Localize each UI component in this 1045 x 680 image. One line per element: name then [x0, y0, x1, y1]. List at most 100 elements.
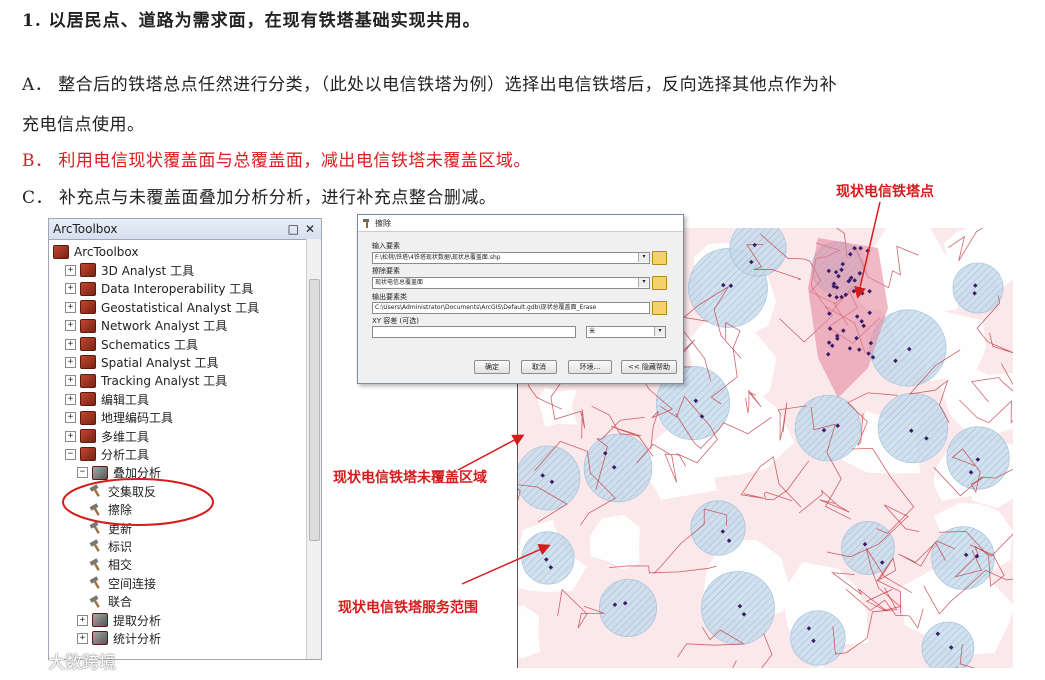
- erase-features-field[interactable]: 现状电信总覆盖面 ▾: [372, 277, 650, 289]
- expand-icon[interactable]: +: [65, 375, 76, 387]
- toolbox-icon: [80, 373, 96, 388]
- annotation-uncovered-area: 现状电信铁塔未覆盖区域: [333, 470, 487, 486]
- environments-button[interactable]: 环境...: [568, 360, 612, 374]
- admin-boundary: [764, 460, 810, 502]
- tree-item-label: 提取分析: [113, 613, 162, 628]
- expand-icon[interactable]: +: [65, 393, 76, 405]
- tree-item[interactable]: − 分析工具: [65, 445, 149, 463]
- expand-icon[interactable]: +: [65, 338, 76, 350]
- toolbox-icon: [80, 300, 96, 315]
- tree-item-label: Geostatistical Analyst 工具: [101, 300, 260, 315]
- tree-item[interactable]: 空间连接: [89, 574, 156, 592]
- tree-item[interactable]: 交集取反: [89, 482, 156, 500]
- tree-item[interactable]: + 统计分析: [77, 629, 161, 647]
- scrollbar-thumb[interactable]: [309, 279, 320, 541]
- chevron-down-icon[interactable]: ▾: [638, 278, 649, 287]
- annotation-tower-points: 现状电信铁塔点: [836, 184, 934, 200]
- hide-help-button[interactable]: << 隐藏帮助: [621, 360, 677, 374]
- tree-item[interactable]: + Tracking Analyst 工具: [65, 372, 227, 390]
- tree-item[interactable]: + Data Interoperability 工具: [65, 280, 253, 298]
- expand-icon[interactable]: +: [65, 412, 76, 424]
- hammer-icon: [89, 594, 100, 608]
- collapse-icon[interactable]: −: [65, 448, 76, 460]
- service-buffer: [952, 262, 1004, 314]
- expand-icon[interactable]: +: [77, 614, 88, 626]
- tree-item-label: 多维工具: [101, 429, 150, 444]
- folder-icon[interactable]: [652, 301, 667, 315]
- toolset-icon: [92, 631, 108, 646]
- tree-item[interactable]: + Schematics 工具: [65, 335, 198, 353]
- tree-item[interactable]: 联合: [89, 593, 132, 611]
- hammer-icon: [89, 576, 100, 590]
- tree-item[interactable]: + Geostatistical Analyst 工具: [65, 298, 259, 316]
- expand-icon[interactable]: +: [65, 301, 76, 313]
- service-buffer: [521, 531, 575, 585]
- paragraph-b: B． 利用电信现状覆盖面与总覆盖面，减出电信铁塔未覆盖区域。: [22, 151, 531, 171]
- folder-icon[interactable]: [652, 251, 667, 265]
- chevron-down-icon[interactable]: ▾: [654, 327, 665, 336]
- dialog-titlebar: 擦除: [358, 215, 683, 232]
- tree-item[interactable]: − 叠加分析: [77, 464, 161, 482]
- hammer-icon: [363, 219, 369, 228]
- service-buffer: [841, 521, 895, 575]
- annotation-service-range: 现状电信铁塔服务范围: [338, 600, 478, 616]
- tree-item-label: ArcToolbox: [74, 245, 139, 259]
- output-feature-class-label: 输出要素类: [372, 293, 407, 301]
- unit-select[interactable]: 米 ▾: [586, 326, 666, 338]
- service-buffer: [583, 433, 653, 503]
- dialog-title: 擦除: [375, 218, 391, 228]
- xy-tolerance-field[interactable]: [372, 326, 576, 338]
- collapse-icon[interactable]: −: [77, 467, 88, 479]
- expand-icon[interactable]: +: [65, 264, 76, 276]
- expand-icon[interactable]: +: [77, 632, 88, 644]
- service-buffer: [598, 578, 658, 638]
- output-feature-class-field[interactable]: C:\Users\Administrator\Documents\ArcGIS\…: [372, 302, 650, 314]
- erase-features-value: 现状电信总覆盖面: [375, 279, 424, 286]
- hammer-icon: [89, 539, 100, 553]
- expand-icon[interactable]: +: [65, 283, 76, 295]
- ok-button[interactable]: 确定: [474, 360, 510, 374]
- admin-boundary: [798, 489, 850, 514]
- expand-icon[interactable]: +: [65, 430, 76, 442]
- tree-item[interactable]: +3D Analyst 工具: [65, 261, 194, 279]
- chevron-down-icon[interactable]: ▾: [638, 253, 649, 262]
- service-buffer: [701, 571, 775, 645]
- cancel-button[interactable]: 取消: [521, 360, 557, 374]
- vertical-scrollbar[interactable]: [306, 239, 321, 659]
- input-features-field[interactable]: F:\松桃\铁塔\4铁塔现状数据\现状总覆盖面.shp ▾: [372, 252, 650, 264]
- erase-features-label: 擦除要素: [372, 267, 400, 275]
- paragraph-a: A． 整合后的铁塔总点任然进行分类，（此处以电信铁塔为例）选择出电信铁塔后，反向…: [22, 75, 838, 95]
- uncovered-area: [518, 605, 541, 659]
- toolbox-icon: [80, 318, 96, 333]
- service-buffer: [921, 621, 975, 668]
- tree-item[interactable]: 更新: [89, 519, 132, 537]
- tree-item[interactable]: + Network Analyst 工具: [65, 317, 227, 335]
- service-buffer: [794, 394, 862, 462]
- tree-item[interactable]: + 编辑工具: [65, 390, 149, 408]
- tree-item[interactable]: 标识: [89, 537, 132, 555]
- expand-icon[interactable]: +: [65, 320, 76, 332]
- tree-item[interactable]: 擦除: [89, 501, 132, 519]
- folder-icon[interactable]: [652, 276, 667, 290]
- close-button[interactable]: ✕: [305, 222, 315, 236]
- admin-boundary: [557, 588, 605, 629]
- toolbox-icon: [80, 392, 96, 407]
- service-buffer: [877, 392, 949, 464]
- urban-area: [808, 238, 888, 398]
- tree-item[interactable]: + 地理编码工具: [65, 409, 173, 427]
- pin-button[interactable]: □: [288, 222, 299, 236]
- tree-item-label: 编辑工具: [101, 392, 150, 407]
- tree-item[interactable]: + Spatial Analyst 工具: [65, 353, 219, 371]
- expand-icon[interactable]: +: [65, 356, 76, 368]
- service-buffer: [931, 526, 995, 590]
- tree-item[interactable]: ArcToolbox: [53, 243, 138, 261]
- toolbox-icon: [80, 410, 96, 425]
- toolbox-icon: [80, 263, 96, 278]
- tree-item-label: 更新: [108, 521, 133, 536]
- tree-item[interactable]: 相交: [89, 556, 132, 574]
- tree-item[interactable]: + 提取分析: [77, 611, 161, 629]
- uncovered-area: [589, 514, 640, 570]
- tree-item[interactable]: + 多维工具: [65, 427, 149, 445]
- hammer-icon: [89, 558, 100, 571]
- output-feature-class-value: C:\Users\Administrator\Documents\ArcGIS\…: [375, 304, 597, 311]
